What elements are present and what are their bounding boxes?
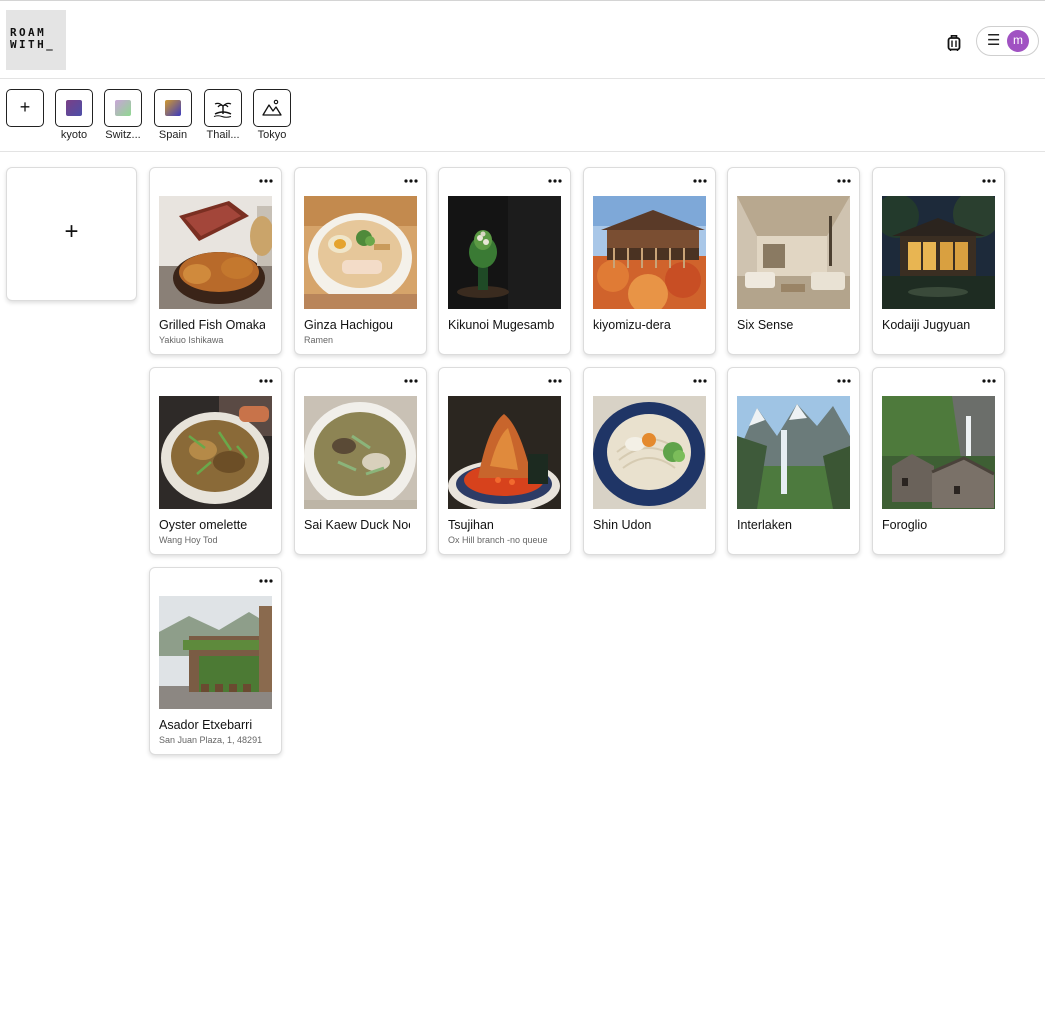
more-options-icon[interactable] [547, 176, 563, 186]
place-photo [304, 396, 417, 509]
place-photo [159, 596, 272, 709]
place-card-asador-etxebarri[interactable]: Asador Etxebarri San Juan Plaza, 1, 48291 [149, 567, 282, 755]
place-photo [593, 196, 706, 309]
place-title: Grilled Fish Omakase [159, 318, 265, 332]
place-card-shin-udon[interactable]: Shin Udon [583, 367, 716, 555]
app-header: ROAM WITH_ ☰ m [0, 1, 1045, 79]
trip-icon-box [253, 89, 291, 127]
trip-spain[interactable]: Spain [145, 89, 201, 149]
trip-label: Thail... [206, 129, 240, 141]
place-subtitle: San Juan Plaza, 1, 48291 [159, 735, 263, 745]
more-options-icon[interactable] [547, 376, 563, 386]
more-options-icon[interactable] [692, 376, 708, 386]
place-title: Tsujihan [448, 518, 494, 532]
place-subtitle: Wang Hoy Tod [159, 535, 218, 545]
place-title: kiyomizu-dera [593, 318, 671, 332]
place-subtitle: Ramen [304, 335, 334, 345]
roam-with-logo[interactable]: ROAM WITH_ [6, 10, 66, 70]
gradient-swatch-icon [165, 100, 181, 116]
more-options-icon[interactable] [836, 376, 852, 386]
trip-label: Spain [158, 129, 188, 141]
place-title: Interlaken [737, 518, 792, 532]
place-photo [304, 196, 417, 309]
place-photo [159, 196, 272, 309]
add-trip-button[interactable]: + [6, 89, 44, 127]
more-options-icon[interactable] [403, 176, 419, 186]
place-title: Foroglio [882, 518, 928, 532]
place-subtitle: Yakiuo Ishikawa [159, 335, 224, 345]
more-options-icon[interactable] [981, 176, 997, 186]
user-menu-button[interactable]: ☰ m [976, 26, 1039, 56]
gradient-swatch-icon [115, 100, 131, 116]
trip-tokyo[interactable]: Tokyo [244, 89, 300, 149]
trip-label: kyoto [60, 129, 88, 141]
place-photo [159, 396, 272, 509]
trip-switz[interactable]: Switz... [95, 89, 151, 149]
trip-icon-box [204, 89, 242, 127]
add-place-button[interactable]: + [6, 167, 137, 301]
place-title: Asador Etxebarri [159, 718, 253, 732]
place-photo [737, 396, 850, 509]
more-options-icon[interactable] [981, 376, 997, 386]
place-title: Shin Udon [593, 518, 652, 532]
trip-kyoto[interactable]: kyoto [46, 89, 102, 149]
more-options-icon[interactable] [836, 176, 852, 186]
place-card-grilled-fish-omakase[interactable]: Grilled Fish Omakase Yakiuo Ishikawa [149, 167, 282, 355]
place-subtitle: Ox Hill branch -no queue [448, 535, 548, 545]
place-card-six-sense[interactable]: Six Sense [727, 167, 860, 355]
place-photo [448, 396, 561, 509]
place-title: Ginza Hachigou [304, 318, 393, 332]
place-photo [882, 396, 995, 509]
trip-thail[interactable]: Thail... [195, 89, 251, 149]
more-options-icon[interactable] [692, 176, 708, 186]
luggage-icon[interactable] [945, 34, 963, 52]
place-card-kodaiji-jugyuan[interactable]: Kodaiji Jugyuan [872, 167, 1005, 355]
place-title: Six Sense [737, 318, 794, 332]
trip-icon-box [104, 89, 142, 127]
place-photo [882, 196, 995, 309]
place-card-kiyomizu-dera[interactable]: kiyomizu-dera [583, 167, 716, 355]
gradient-swatch-icon [66, 100, 82, 116]
place-photo [593, 396, 706, 509]
place-card-sai-kaew-duck-noodle[interactable]: Sai Kaew Duck Noodle [294, 367, 427, 555]
place-card-tsujihan[interactable]: Tsujihan Ox Hill branch -no queue [438, 367, 571, 555]
trip-icon-box [154, 89, 192, 127]
trip-bar: + kyoto Switz... Spain Thail... Tokyo [0, 80, 1045, 152]
place-photo [737, 196, 850, 309]
user-avatar: m [1007, 30, 1029, 52]
place-title: Kikunoi Mugesambo [448, 318, 554, 332]
place-card-oyster-omelette[interactable]: Oyster omelette Wang Hoy Tod [149, 367, 282, 555]
place-card-interlaken[interactable]: Interlaken [727, 367, 860, 555]
place-card-foroglio[interactable]: Foroglio [872, 367, 1005, 555]
place-card-ginza-hachigou[interactable]: Ginza Hachigou Ramen [294, 167, 427, 355]
place-title: Sai Kaew Duck Noodle [304, 518, 410, 532]
more-options-icon[interactable] [258, 176, 274, 186]
more-options-icon[interactable] [403, 376, 419, 386]
place-title: Kodaiji Jugyuan [882, 318, 971, 332]
more-options-icon[interactable] [258, 376, 274, 386]
hamburger-icon: ☰ [987, 32, 1001, 49]
place-card-kikunoi-mugesambo[interactable]: Kikunoi Mugesambo [438, 167, 571, 355]
trip-label: Switz... [105, 129, 141, 141]
trip-label: Tokyo [257, 129, 287, 141]
more-options-icon[interactable] [258, 576, 274, 586]
logo-line-2: WITH_ [10, 38, 56, 51]
trip-icon-box [55, 89, 93, 127]
place-title: Oyster omelette [159, 518, 248, 532]
place-photo [448, 196, 561, 309]
